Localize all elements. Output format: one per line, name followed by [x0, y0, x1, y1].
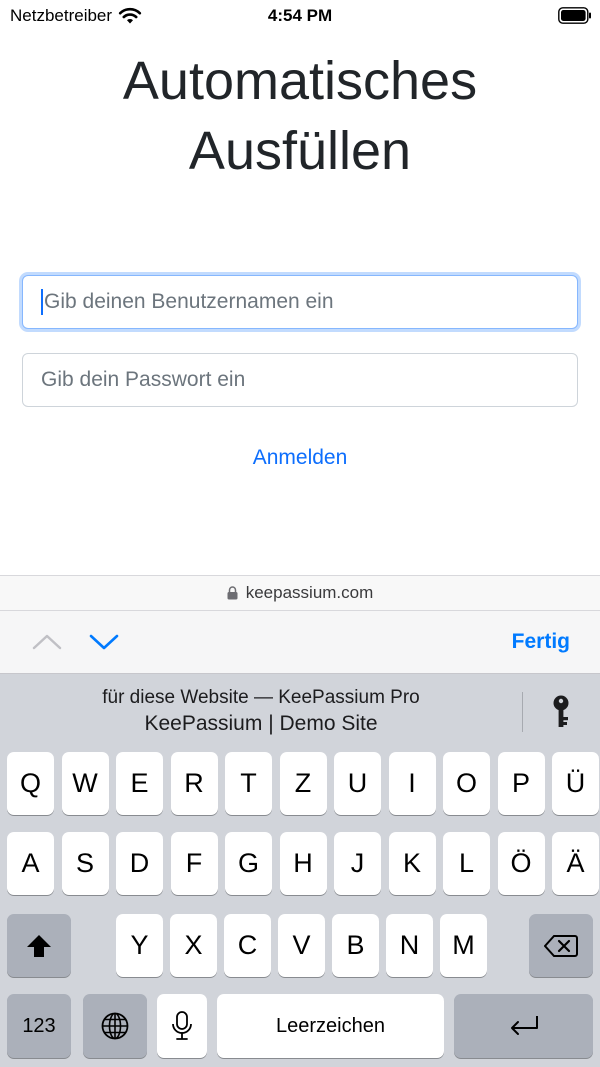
done-button[interactable]: Fertig [512, 630, 570, 654]
key-j[interactable]: J [334, 832, 381, 895]
username-input[interactable]: Gib deinen Benutzernamen ein [22, 275, 578, 329]
key-e[interactable]: E [116, 752, 163, 815]
text-caret [41, 289, 43, 315]
return-key[interactable] [454, 994, 593, 1058]
suggestion-title: KeePassium | Demo Site [144, 712, 378, 735]
key-y[interactable]: Y [116, 914, 163, 977]
battery-icon [558, 7, 591, 24]
key-g[interactable]: G [225, 832, 272, 895]
key-u[interactable]: U [334, 752, 381, 815]
key-r[interactable]: R [170, 752, 218, 815]
key-m[interactable]: M [440, 914, 487, 977]
key-o[interactable]: O [443, 752, 490, 815]
microphone-key[interactable] [157, 994, 207, 1058]
key-w[interactable]: W [61, 752, 109, 815]
clock: 4:54 PM [267, 6, 333, 25]
key-icon[interactable] [548, 694, 574, 730]
autofill-suggestion-bar: für diese Website — KeePassium Pro KeePa… [0, 674, 600, 748]
address-bar[interactable]: keepassium.com [0, 575, 600, 611]
key-d[interactable]: D [116, 832, 163, 895]
return-icon [510, 1016, 538, 1035]
password-placeholder: Gib dein Passwort ein [41, 368, 246, 391]
microphone-icon [172, 1011, 192, 1040]
address-domain: keepassium.com [245, 583, 374, 602]
page-title-line2: Ausfüllen [188, 121, 412, 181]
key-f[interactable]: F [170, 832, 218, 895]
lock-icon [227, 586, 238, 600]
key-h[interactable]: H [279, 832, 327, 895]
key-ö[interactable]: Ö [497, 832, 545, 895]
key-t[interactable]: T [225, 752, 272, 815]
keyboard: für diese Website — KeePassium Pro KeePa… [0, 674, 600, 1067]
chevron-down-icon[interactable] [89, 629, 119, 655]
globe-icon [101, 1012, 129, 1040]
key-a[interactable]: A [7, 832, 54, 895]
key-x[interactable]: X [170, 914, 217, 977]
key-s[interactable]: S [61, 832, 109, 895]
backspace-key[interactable] [529, 914, 593, 977]
key-ä[interactable]: Ä [552, 832, 599, 895]
key-b[interactable]: B [332, 914, 379, 977]
page-title: Automatisches Ausfüllen [0, 46, 600, 186]
backspace-icon [544, 934, 578, 957]
chevron-up-icon[interactable] [32, 629, 62, 655]
key-v[interactable]: V [278, 914, 325, 977]
shift-icon [27, 934, 51, 957]
login-link[interactable]: Anmelden [0, 446, 600, 470]
password-input[interactable]: Gib dein Passwort ein [22, 353, 578, 407]
key-l[interactable]: L [443, 832, 490, 895]
autofill-suggestion[interactable]: für diese Website — KeePassium Pro KeePa… [0, 686, 522, 738]
key-p[interactable]: P [497, 752, 545, 815]
key-ü[interactable]: Ü [552, 752, 599, 815]
key-k[interactable]: K [388, 832, 436, 895]
globe-key[interactable] [83, 994, 147, 1058]
suggestion-subtitle: für diese Website — KeePassium Pro [102, 687, 420, 708]
key-z[interactable]: Z [279, 752, 327, 815]
status-bar: Netzbetreiber 4:54 PM [0, 0, 600, 32]
form-accessory-bar: Fertig [0, 611, 600, 674]
shift-key[interactable] [7, 914, 71, 977]
key-c[interactable]: C [224, 914, 271, 977]
username-placeholder: Gib deinen Benutzernamen ein [44, 290, 334, 313]
numbers-key[interactable]: 123 [7, 994, 71, 1058]
suggestion-divider [522, 692, 523, 732]
space-key[interactable]: Leerzeichen [217, 994, 444, 1058]
key-i[interactable]: I [388, 752, 436, 815]
page-title-line1: Automatisches [122, 51, 478, 111]
key-n[interactable]: N [386, 914, 433, 977]
key-q[interactable]: Q [7, 752, 54, 815]
